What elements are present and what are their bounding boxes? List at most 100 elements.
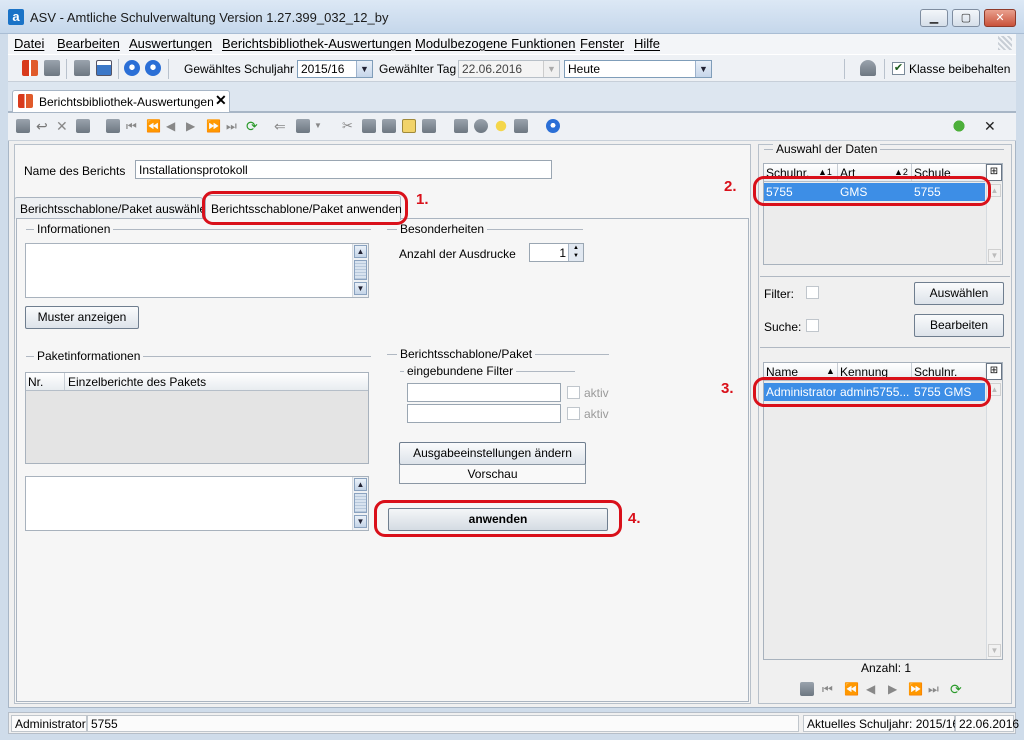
close-panel-icon[interactable]: ✕ — [984, 119, 998, 133]
eye-icon[interactable] — [474, 119, 488, 133]
anzahl-ausdrucke-label: Anzahl der Ausdrucke — [399, 247, 516, 261]
filter-1-aktiv-checkbox[interactable] — [567, 386, 580, 399]
ausgabeeinstellungen-button[interactable]: Ausgabeeinstellungen ändern — [399, 442, 586, 465]
export-icon[interactable] — [296, 119, 310, 133]
menu-datei[interactable]: Datei — [14, 36, 44, 51]
menu-auswertungen[interactable]: Auswertungen — [129, 36, 212, 51]
vorschau-button[interactable]: Vorschau — [399, 464, 586, 484]
menu-modulbezogene-funktionen[interactable]: Modulbezogene Funktionen — [415, 36, 575, 51]
chevron-down-icon[interactable]: ▼ — [543, 61, 559, 77]
save-icon[interactable] — [16, 119, 30, 133]
edit-icon[interactable] — [402, 119, 416, 133]
spinner-down-icon[interactable]: ▼ — [568, 252, 583, 261]
tab-schablone-auswaehlen[interactable]: Berichtsschablone/Paket auswählen — [14, 197, 213, 219]
print-icon[interactable] — [44, 60, 60, 76]
tag-date-field[interactable]: 22.06.2016 ▼ — [458, 60, 560, 78]
new-record-icon[interactable] — [76, 119, 90, 133]
annotation-ring-3 — [753, 377, 991, 407]
chevron-down-icon[interactable]: ▼ — [314, 119, 328, 133]
column-chooser-icon[interactable]: ⊞ — [986, 164, 1002, 181]
refresh-icon[interactable]: ⟳ — [246, 119, 260, 133]
copy-icon[interactable] — [362, 119, 376, 133]
undo-icon[interactable]: ↩ — [36, 119, 50, 133]
muster-anzeigen-button[interactable]: Muster anzeigen — [25, 306, 139, 329]
cut-icon[interactable]: ✂ — [342, 119, 356, 133]
bearbeiten-button[interactable]: Bearbeiten — [914, 314, 1004, 337]
annotation-ring-4 — [374, 500, 622, 537]
maximize-icon[interactable]: ▢ — [952, 9, 980, 27]
last-record-icon[interactable]: ⏭ — [928, 682, 942, 696]
fast-back-icon[interactable]: ⏪ — [844, 682, 859, 696]
info-icon[interactable] — [124, 60, 140, 76]
window-icon[interactable] — [96, 60, 112, 76]
scroll-thumb[interactable] — [354, 493, 367, 513]
filter-2-aktiv-label: aktiv — [584, 407, 609, 421]
menu-bar: Datei Bearbeiten Auswertungen Berichtsbi… — [8, 34, 1016, 54]
column-chooser-icon[interactable]: ⊞ — [986, 363, 1002, 380]
folder-icon[interactable] — [800, 682, 814, 696]
scroll-down-icon[interactable]: ▼ — [354, 282, 367, 295]
scroll-thumb[interactable] — [354, 260, 367, 280]
filter-field-1[interactable] — [407, 383, 561, 402]
col-einzelberichte[interactable]: Einzelberichte des Pakets — [68, 375, 206, 389]
help-icon[interactable] — [546, 119, 560, 133]
fast-forward-icon[interactable]: ⏩ — [908, 682, 923, 696]
tag-icon[interactable] — [514, 119, 528, 133]
heute-select[interactable]: Heute ▼ — [564, 60, 712, 78]
suche-checkbox[interactable] — [806, 319, 819, 332]
filter-checkbox[interactable] — [806, 286, 819, 299]
first-record-icon[interactable]: ⏮ — [126, 119, 140, 133]
fast-back-icon[interactable]: ⏪ — [146, 119, 161, 133]
menu-hilfe[interactable]: Hilfe — [634, 36, 660, 51]
library-book-icon[interactable] — [22, 60, 38, 76]
filter-2-aktiv-checkbox[interactable] — [567, 407, 580, 420]
schuljahr-select[interactable]: 2015/16 ▼ — [297, 60, 373, 78]
previous-icon[interactable]: ◀ — [866, 682, 880, 696]
scroll-down-icon[interactable]: ▼ — [354, 515, 367, 528]
paket-table-header: Nr. Einzelberichte des Pakets — [26, 373, 368, 391]
folder-icon[interactable] — [106, 119, 120, 133]
scroll-down-icon[interactable]: ▼ — [988, 249, 1001, 262]
lightbulb-icon[interactable] — [494, 119, 508, 133]
menu-fenster[interactable]: Fenster — [580, 36, 624, 51]
user-table-scrollbar[interactable]: ▲ ▼ — [986, 382, 1002, 659]
stamp-icon[interactable] — [422, 119, 436, 133]
chevron-down-icon[interactable]: ▼ — [356, 61, 372, 77]
fast-forward-icon[interactable]: ⏩ — [206, 119, 221, 133]
previous-icon[interactable]: ◀ — [166, 119, 180, 133]
tab-berichtsbibliothek[interactable]: Berichtsbibliothek-Auswertungen ✕ — [12, 90, 230, 113]
chevron-down-icon[interactable]: ▼ — [695, 61, 711, 77]
close-icon[interactable]: ✕ — [984, 9, 1016, 27]
next-icon[interactable]: ▶ — [888, 682, 902, 696]
paket-details-scrollbar[interactable]: ▲ ▼ — [352, 477, 368, 530]
database-icon[interactable] — [860, 60, 876, 76]
paste-icon[interactable] — [382, 119, 396, 133]
arrow-left-icon[interactable]: ⇐ — [274, 119, 288, 133]
paket-details-textarea[interactable]: ▲ ▼ — [25, 476, 369, 531]
col-nr[interactable]: Nr. — [28, 375, 43, 389]
help-icon[interactable] — [145, 60, 161, 76]
copy-window-icon[interactable] — [74, 60, 90, 76]
menu-bearbeiten[interactable]: Bearbeiten — [57, 36, 120, 51]
filter-field-2[interactable] — [407, 404, 561, 423]
minimize-icon[interactable]: ▁ — [920, 9, 948, 27]
report-name-field[interactable]: Installationsprotokoll — [135, 160, 552, 179]
first-record-icon[interactable]: ⏮ — [822, 682, 836, 696]
scroll-down-icon[interactable]: ▼ — [988, 644, 1001, 657]
spinner-up-icon[interactable]: ▲ — [568, 244, 583, 252]
annotation-number-2: 2. — [724, 178, 737, 195]
refresh-icon[interactable]: ⟳ — [950, 682, 964, 696]
menu-berichtsbibliothek[interactable]: Berichtsbibliothek-Auswertungen — [222, 36, 411, 51]
tab-close-icon[interactable]: ✕ — [215, 92, 227, 109]
scroll-up-icon[interactable]: ▲ — [354, 245, 367, 258]
delete-icon[interactable]: ✕ — [56, 119, 70, 133]
scroll-up-icon[interactable]: ▲ — [354, 478, 367, 491]
informationen-scrollbar[interactable]: ▲ ▼ — [352, 244, 368, 297]
informationen-textarea[interactable]: ▲ ▼ — [25, 243, 369, 298]
printer-icon[interactable] — [454, 119, 468, 133]
refresh-data-icon[interactable] — [952, 119, 966, 133]
last-record-icon[interactable]: ⏭ — [226, 119, 240, 133]
auswaehlen-button[interactable]: Auswählen — [914, 282, 1004, 305]
next-icon[interactable]: ▶ — [186, 119, 200, 133]
klasse-beibehalten-checkbox[interactable]: ✔ — [892, 62, 905, 75]
